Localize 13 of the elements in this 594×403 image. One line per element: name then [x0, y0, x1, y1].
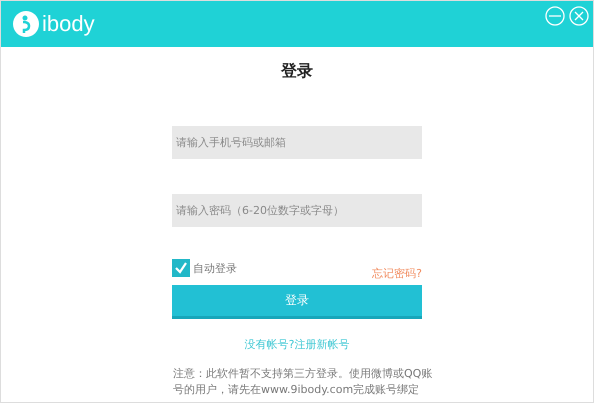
- input-field[interactable]: 请输入密码（6-20位数字或字母）: [172, 194, 422, 227]
- checkbox-label: 自动登录: [193, 260, 237, 276]
- minimize-icon[interactable]: [545, 6, 565, 26]
- logo-icon: [13, 11, 39, 37]
- checkbox[interactable]: [172, 259, 190, 277]
- forgot-password-link[interactable]: 忘记密码?: [372, 266, 422, 281]
- note-text: 注意：此软件暂不支持第三方登录。使用微博或QQ账号的用户，请先在www.9ibody.com完成账号绑定: [173, 366, 434, 398]
- logo-text: ibody: [42, 11, 95, 37]
- register-link[interactable]: 没有帐号?注册新帐号: [244, 337, 350, 352]
- page-title: 登录: [281, 61, 313, 82]
- input-field[interactable]: 请输入手机号码或邮箱: [172, 126, 422, 159]
- login-button[interactable]: 登录: [172, 285, 422, 319]
- close-icon[interactable]: [569, 6, 589, 26]
